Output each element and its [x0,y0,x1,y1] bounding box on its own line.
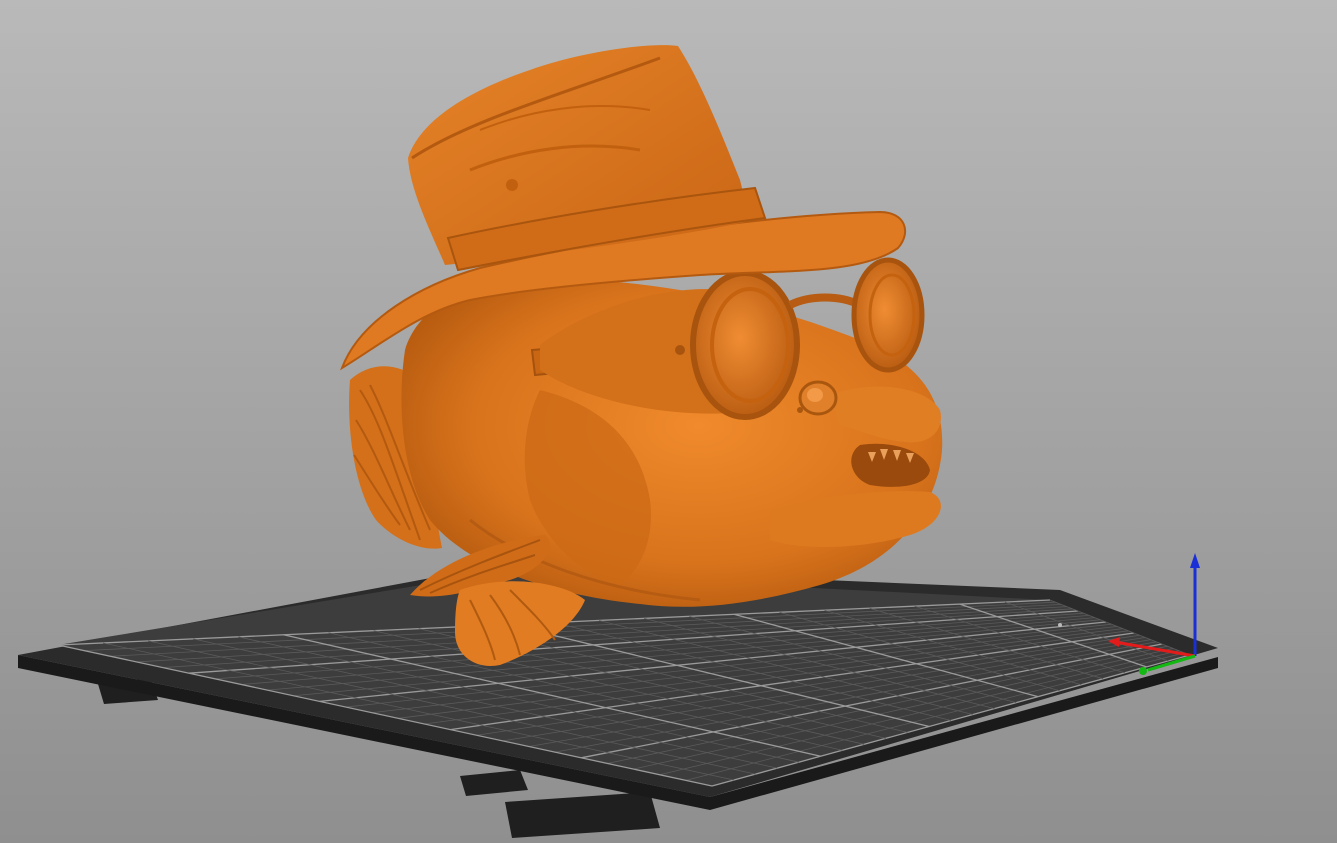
hat-eyelet [506,179,518,191]
axis-z-arrow [1190,553,1200,568]
goggle-hinge [675,345,685,355]
bed-foot-right [505,792,660,838]
bed-foot-center [460,770,528,796]
print-bed[interactable] [18,566,1218,838]
axis-y-arrow [1139,667,1147,675]
3d-viewport[interactable] [0,0,1337,843]
fish-eye-highlight [807,388,823,402]
fish-with-hat-and-goggles-model[interactable] [340,45,943,666]
scene-canvas[interactable] [0,0,1337,843]
fish-nostril [797,407,803,413]
bed-origin-marker [1058,623,1062,627]
goggle-bridge [788,293,862,309]
goggle-lens-left [690,270,800,420]
